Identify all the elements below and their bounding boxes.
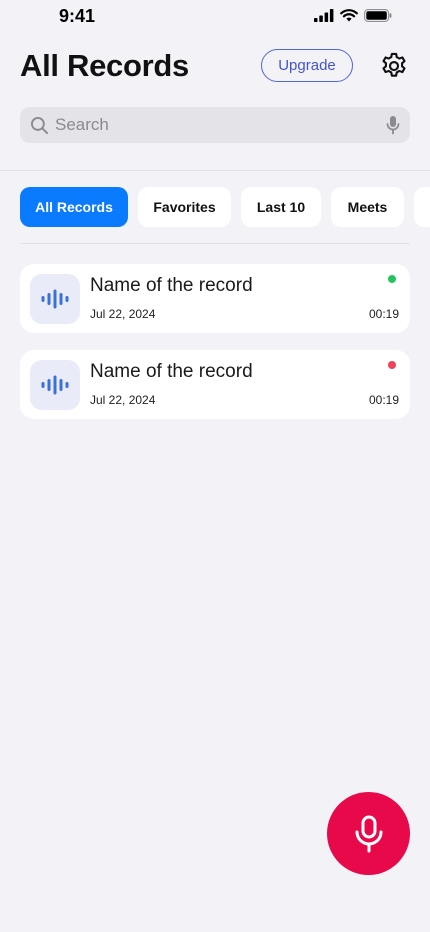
status-icons (314, 9, 392, 22)
search-icon (30, 116, 49, 134)
record-date: Jul 22, 2024 (90, 307, 156, 321)
cellular-signal-icon (314, 9, 334, 22)
status-time: 9:41 (59, 6, 96, 26)
record-title: Name of the record (90, 275, 253, 296)
record-date: Jul 22, 2024 (90, 393, 156, 407)
filters-divider (20, 243, 410, 244)
record-title: Name of the record (90, 361, 253, 382)
microphone-icon (355, 815, 382, 852)
record-thumbnail (30, 360, 80, 410)
record-status-dot (388, 275, 396, 283)
record-duration: 00:19 (368, 307, 399, 321)
settings-button[interactable] (378, 50, 410, 82)
record-button[interactable] (327, 792, 410, 875)
filter-chip-favorites[interactable]: Favorites (138, 187, 231, 227)
battery-icon (364, 9, 392, 22)
record-duration: 00:19 (368, 393, 399, 407)
filter-tabs: All Records Favorites Last 10 Meets (20, 187, 430, 227)
header: All Records Upgrade (20, 46, 410, 88)
record-item[interactable]: Name of the record Jul 22, 2024 00:19 (20, 350, 410, 419)
gear-icon (382, 52, 406, 77)
record-status-dot (388, 361, 396, 369)
status-bar: 9:41 (0, 0, 430, 34)
record-item[interactable]: Name of the record Jul 22, 2024 00:19 (20, 264, 410, 333)
filter-chip-more[interactable] (414, 187, 430, 227)
waveform-icon (41, 289, 69, 309)
search-bar[interactable] (20, 107, 410, 143)
microphone-icon[interactable] (386, 115, 400, 135)
filter-chip-all-records[interactable]: All Records (20, 187, 128, 227)
filter-chip-meets[interactable]: Meets (331, 187, 404, 227)
filter-chip-last-10[interactable]: Last 10 (241, 187, 321, 227)
records-list: Name of the record Jul 22, 2024 00:19 Na… (20, 264, 410, 436)
waveform-icon (41, 375, 69, 395)
search-input[interactable] (55, 115, 386, 135)
header-divider (0, 170, 430, 171)
page-title: All Records (20, 48, 189, 83)
wifi-icon (340, 9, 358, 22)
record-thumbnail (30, 274, 80, 324)
upgrade-button[interactable]: Upgrade (261, 49, 353, 82)
